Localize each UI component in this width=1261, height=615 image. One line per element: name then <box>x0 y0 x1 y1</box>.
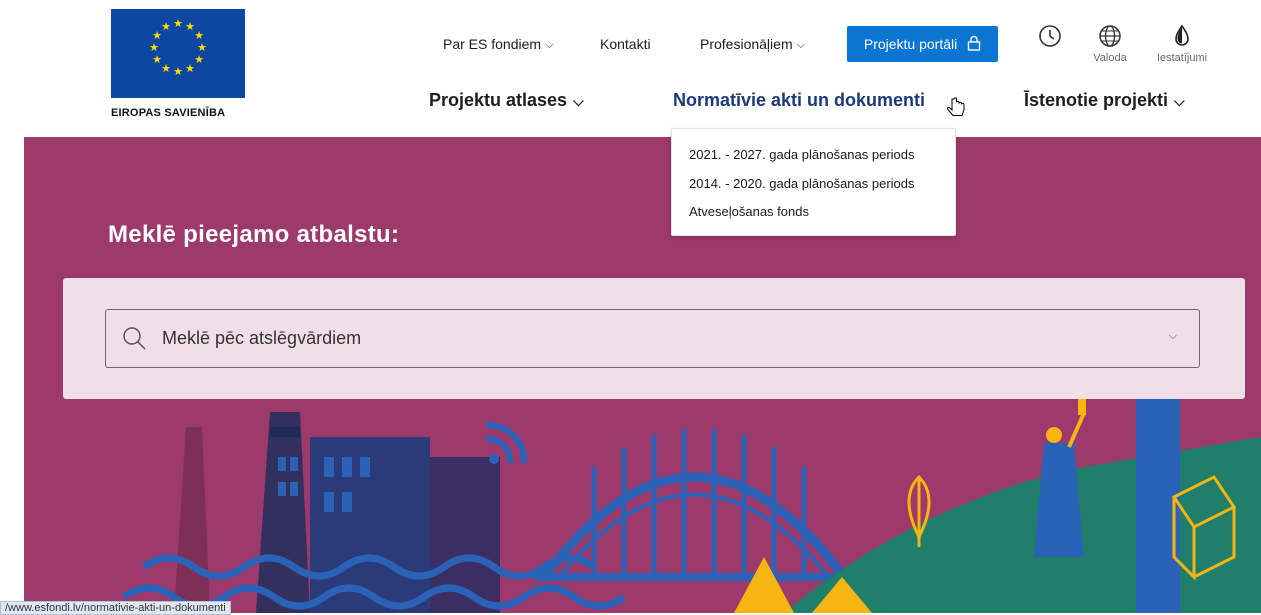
settings-label: Iestatījumi <box>1156 52 1208 64</box>
drop-icon <box>1175 24 1189 46</box>
language-label: Valoda <box>1093 52 1127 64</box>
mainnav-istenotie-projekti[interactable]: Īstenotie projekti ⌵ <box>1024 90 1185 111</box>
chevron-down-icon[interactable]: ⌵ <box>1169 330 1177 343</box>
eu-logo[interactable]: ★ ★ ★ ★ ★ ★ ★ ★ ★ ★ ★ ★ EIROPAS SAVIENĪBA <box>111 9 246 119</box>
clock-icon <box>1039 25 1061 47</box>
settings-button[interactable]: Iestatījumi <box>1150 24 1214 64</box>
documents-dropdown-menu: 2021. - 2027. gada plānošanas periods 20… <box>671 128 956 236</box>
svg-text:★: ★ <box>152 53 162 66</box>
chevron-down-icon: ⌵ <box>545 39 554 51</box>
svg-text:★: ★ <box>194 53 204 66</box>
eu-flag-icon: ★ ★ ★ ★ ★ ★ ★ ★ ★ ★ ★ ★ <box>111 9 245 98</box>
chevron-down-icon: ⌵ <box>1174 93 1185 109</box>
nav-profesionaliem[interactable]: Profesionāļiem ⌵ <box>700 26 805 64</box>
chevron-down-icon: ⌵ <box>573 93 584 109</box>
globe-icon <box>1099 25 1121 47</box>
site-header: ★ ★ ★ ★ ★ ★ ★ ★ ★ ★ ★ ★ EIROPAS SAVIENĪBA Par ES… <box>0 0 1261 137</box>
history-button[interactable] <box>1038 24 1062 51</box>
mainnav-normativie-akti-label: Normatīvie akti un dokumenti <box>673 90 926 110</box>
nav-kontakti-label: Kontakti <box>600 36 651 52</box>
lock-icon <box>967 35 981 51</box>
portal-button-label: Projektu portāli <box>863 36 958 52</box>
dropdown-item-2014-2020[interactable]: 2014. - 2020. gada plānošanas periods <box>689 176 915 191</box>
search-icon <box>123 327 146 350</box>
logo-caption: EIROPAS SAVIENĪBA <box>111 107 226 119</box>
chevron-down-icon: ⌵ <box>796 39 805 51</box>
search-box[interactable]: ⌵ <box>105 309 1200 368</box>
projektu-portali-button[interactable]: Projektu portāli <box>847 26 998 62</box>
svg-text:★: ★ <box>149 41 159 54</box>
hand-cursor-icon <box>946 97 965 116</box>
svg-text:★: ★ <box>161 62 171 75</box>
search-input[interactable] <box>162 310 1122 367</box>
nav-par-es-fondiem[interactable]: Par ES fondiem ⌵ <box>443 26 553 64</box>
svg-text:★: ★ <box>173 65 183 78</box>
hero-title: Meklē pieejamo atbalstu: <box>108 221 400 248</box>
mainnav-projektu-atlases-label: Projektu atlases <box>429 90 568 110</box>
mainnav-projektu-atlases[interactable]: Projektu atlases ⌵ <box>429 90 584 111</box>
language-button[interactable]: Valoda <box>1088 24 1132 64</box>
mainnav-istenotie-projekti-label: Īstenotie projekti <box>1024 90 1169 110</box>
nav-kontakti[interactable]: Kontakti <box>600 26 651 62</box>
nav-profesionaliem-label: Profesionāļiem <box>700 36 793 52</box>
svg-text:★: ★ <box>161 20 171 33</box>
mainnav-normativie-akti[interactable]: Normatīvie akti un dokumenti <box>673 90 925 111</box>
svg-text:★: ★ <box>173 17 183 30</box>
nav-par-es-fondiem-label: Par ES fondiem <box>443 36 542 52</box>
dropdown-item-atveselosanas-fonds[interactable]: Atveseļošanas fonds <box>689 204 809 219</box>
svg-text:★: ★ <box>185 62 195 75</box>
dropdown-item-2021-2027[interactable]: 2021. - 2027. gada plānošanas periods <box>689 147 915 162</box>
